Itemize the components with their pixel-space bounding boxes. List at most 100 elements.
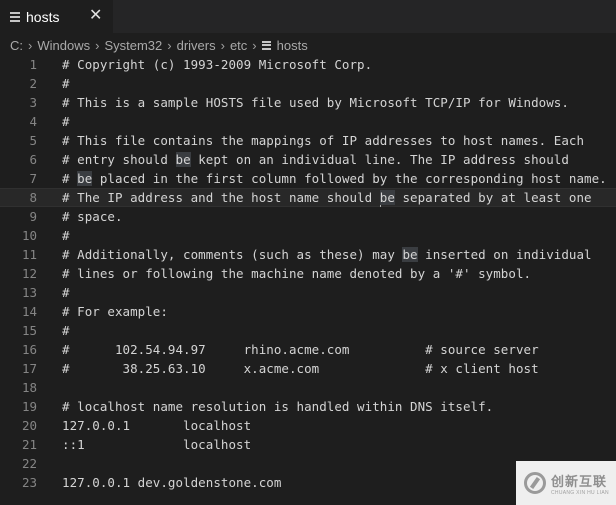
brand-logo-icon — [524, 472, 546, 494]
line-number: 11 — [21, 247, 37, 262]
line-number: 17 — [21, 361, 37, 376]
tab-bar: hosts ✕ — [0, 0, 616, 33]
line-text: # — [62, 228, 70, 243]
line-number: 18 — [21, 380, 37, 395]
code-line[interactable]: 17 # 38.25.63.10 x.acme.com # x client ho… — [0, 359, 616, 378]
line-number: 4 — [29, 114, 37, 129]
line-text: # For example: — [62, 304, 168, 319]
code-line[interactable]: 9 # space. — [0, 207, 616, 226]
breadcrumb-item-drive[interactable]: C: — [10, 38, 23, 53]
code-line[interactable]: 18 — [0, 378, 616, 397]
line-number: 23 — [21, 475, 37, 490]
tab-label: hosts — [26, 8, 60, 25]
watermark: 创新互联 CHUANG XIN HU LIAN — [516, 461, 616, 505]
file-lines-icon — [10, 11, 20, 22]
code-line[interactable]: 5 # This file contains the mappings of IP… — [0, 131, 616, 150]
line-number: 10 — [21, 228, 37, 243]
code-line[interactable]: 4 # — [0, 112, 616, 131]
line-text: # Copyright (c) 1993-2009 Microsoft Corp… — [62, 57, 373, 72]
line-number: 6 — [29, 152, 37, 167]
breadcrumb: C: › Windows › System32 › drivers › etc … — [10, 35, 308, 55]
text-segment: kept on an individual line. The IP addre… — [190, 152, 569, 167]
line-number: 8 — [29, 190, 37, 205]
word-highlight: be — [175, 152, 191, 167]
code-line[interactable]: 21::1 localhost — [0, 435, 616, 454]
text-segment: # entry should — [62, 152, 176, 167]
word-highlight: be — [77, 171, 93, 186]
line-number: 12 — [21, 266, 37, 281]
chevron-right-icon: › — [95, 37, 100, 53]
text-segment: inserted on individual — [417, 247, 592, 262]
breadcrumb-item-drivers[interactable]: drivers — [177, 38, 216, 53]
line-number: 16 — [21, 342, 37, 357]
code-line[interactable]: 10 # — [0, 226, 616, 245]
code-line[interactable]: 11 # Additionally, comments (such as thes… — [0, 245, 616, 264]
line-text: # entry should be kept on an individual … — [62, 150, 569, 169]
breadcrumb-item-etc[interactable]: etc — [230, 38, 247, 53]
watermark-subtext: CHUANG XIN HU LIAN — [551, 489, 609, 496]
word-highlight: be — [379, 190, 395, 205]
text-segment: # — [62, 171, 78, 186]
text-segment: separated by at least one — [394, 190, 592, 205]
line-text: # — [62, 76, 70, 91]
line-text: # localhost name resolution is handled w… — [62, 399, 494, 414]
line-number: 20 — [21, 418, 37, 433]
breadcrumb-item-windows[interactable]: Windows — [37, 38, 90, 53]
line-text: 127.0.0.1 localhost — [62, 418, 252, 433]
code-line[interactable]: 13 # — [0, 283, 616, 302]
line-number: 22 — [21, 456, 37, 471]
line-text: # 102.54.94.97 rhino.acme.com # source s… — [62, 342, 539, 357]
code-editor[interactable]: 1 # Copyright (c) 1993-2009 Microsoft Cor… — [0, 55, 616, 492]
line-number: 3 — [29, 95, 37, 110]
line-number: 1 — [29, 57, 37, 72]
breadcrumb-item-hosts[interactable]: hosts — [277, 38, 308, 53]
line-text: # space. — [62, 209, 123, 224]
code-line[interactable]: 1 # Copyright (c) 1993-2009 Microsoft Cor… — [0, 55, 616, 74]
code-line[interactable]: 12 # lines or following the machine name … — [0, 264, 616, 283]
code-line[interactable]: 20 127.0.0.1 localhost — [0, 416, 616, 435]
line-text: # This is a sample HOSTS file used by Mi… — [62, 95, 569, 110]
watermark-text: 创新互联 — [551, 473, 608, 489]
line-text: 127.0.0.1 dev.goldenstone.com — [62, 475, 282, 490]
code-line[interactable]: 19 # localhost name resolution is handled… — [0, 397, 616, 416]
line-number: 21 — [21, 437, 37, 452]
text-segment: # Additionally, comments (such as these)… — [62, 247, 403, 262]
line-text: # Additionally, comments (such as these)… — [62, 245, 592, 264]
line-number: 14 — [21, 304, 37, 319]
code-line[interactable]: 8 # The IP address and the host name shou… — [0, 188, 616, 207]
word-highlight: be — [402, 247, 418, 262]
line-number: 2 — [29, 76, 37, 91]
line-number: 13 — [21, 285, 37, 300]
code-line[interactable]: 14 # For example: — [0, 302, 616, 321]
breadcrumb-item-system32[interactable]: System32 — [104, 38, 162, 53]
line-text: # — [62, 114, 70, 129]
line-text: # 38.25.63.10 x.acme.com # x client host — [62, 361, 539, 376]
line-number: 5 — [29, 133, 37, 148]
code-line[interactable]: 16 # 102.54.94.97 rhino.acme.com # source… — [0, 340, 616, 359]
code-line[interactable]: 3 # This is a sample HOSTS file used by M… — [0, 93, 616, 112]
line-text: # — [62, 285, 70, 300]
chevron-right-icon: › — [28, 37, 33, 53]
tab-hosts[interactable]: hosts ✕ — [0, 0, 113, 33]
file-lines-icon — [261, 40, 271, 50]
line-text: # — [62, 323, 70, 338]
line-number: 7 — [29, 171, 37, 186]
code-line[interactable]: 7 # be placed in the first column followe… — [0, 169, 616, 188]
line-number: 9 — [29, 209, 37, 224]
chevron-right-icon: › — [252, 37, 257, 53]
code-line[interactable]: 2 # — [0, 74, 616, 93]
chevron-right-icon: › — [167, 37, 172, 53]
code-line[interactable]: 6 # entry should be kept on an individual… — [0, 150, 616, 169]
text-segment: placed in the first column followed by t… — [92, 171, 607, 186]
line-text: # The IP address and the host name shoul… — [62, 188, 592, 207]
line-number: 15 — [21, 323, 37, 338]
code-line[interactable]: 15 # — [0, 321, 616, 340]
line-text: ::1 localhost — [62, 437, 252, 452]
close-icon[interactable]: ✕ — [89, 7, 102, 25]
line-number: 19 — [21, 399, 37, 414]
line-text: # lines or following the machine name de… — [62, 266, 532, 281]
chevron-right-icon: › — [220, 37, 225, 53]
text-segment: # The IP address and the host name shoul… — [62, 190, 380, 205]
line-text: # This file contains the mappings of IP … — [62, 133, 585, 148]
line-text: # be placed in the first column followed… — [62, 169, 607, 188]
